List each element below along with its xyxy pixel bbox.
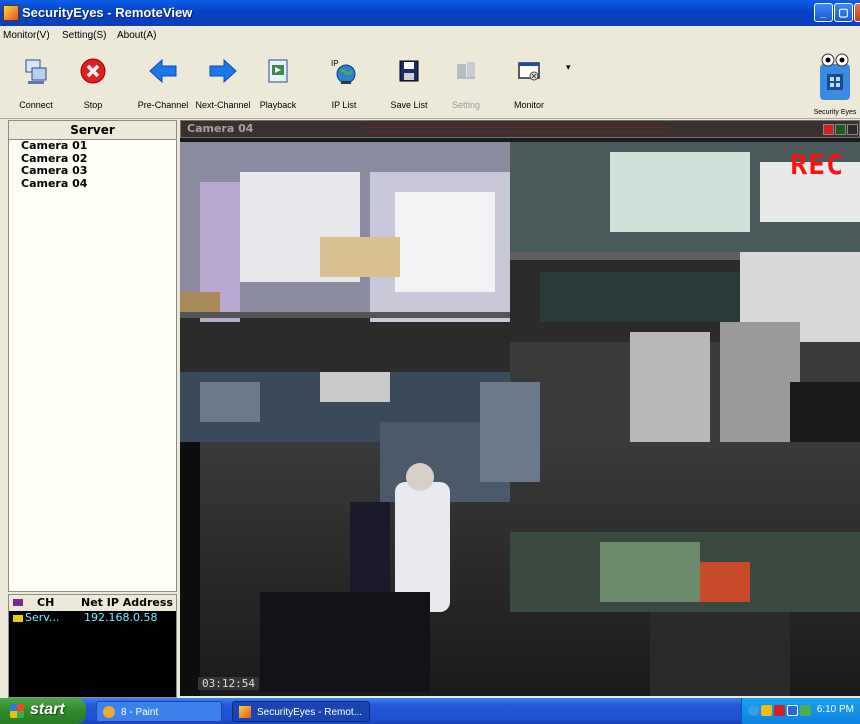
windows-flag-icon [10, 704, 24, 718]
menu-monitor[interactable]: Monitor(V) [3, 30, 50, 41]
ip-list-button[interactable]: IP IP List [314, 52, 374, 114]
playback-button[interactable]: Playback [248, 52, 308, 114]
video-timecode: 03:12:54 [198, 677, 259, 690]
server-header[interactable]: Server [9, 121, 176, 140]
connection-ip: 192.168.0.58 [84, 611, 158, 624]
video-frame [180, 142, 860, 696]
camera-item-03[interactable]: Camera 03 [9, 164, 176, 178]
camera-icon [13, 599, 23, 606]
toolbar: Connect Stop Pre-Channel Next-Channel Pl… [0, 46, 860, 119]
menu-bar: Monitor(V) Setting(S) About(A) [0, 26, 860, 46]
connection-row[interactable]: Serv... 192.168.0.58 [9, 611, 176, 625]
toolbar-overflow-icon[interactable]: ▾ [566, 62, 571, 73]
display-icon[interactable] [787, 705, 798, 716]
start-button[interactable]: start [0, 698, 86, 724]
maximize-button[interactable]: ▢ [834, 3, 853, 22]
record-icon[interactable] [823, 124, 834, 135]
connection-list-header: CH Net IP Address [9, 595, 176, 611]
minimize-button[interactable]: _ [814, 3, 833, 22]
camera-viewer: Camera 04 REC 03:12:54 [180, 120, 860, 696]
menu-about[interactable]: About(A) [117, 30, 156, 41]
floppy-disk-icon [394, 56, 424, 86]
volume-icon[interactable] [761, 705, 772, 716]
play-icon[interactable] [835, 124, 846, 135]
brand-logo: Security Eyes [810, 50, 860, 116]
server-panel: Server Camera 01 Camera 02 Camera 03 Cam… [8, 120, 177, 592]
svg-text:IP: IP [331, 59, 339, 68]
viewer-header: Camera 04 [180, 120, 860, 138]
camera-item-04[interactable]: Camera 04 [9, 177, 176, 191]
setting-button[interactable]: Setting [436, 52, 496, 114]
rec-indicator: REC [790, 148, 844, 181]
monitor-icon [514, 56, 544, 86]
globe-icon: IP [329, 56, 359, 86]
pre-channel-button[interactable]: Pre-Channel [133, 52, 193, 114]
camera-icon [13, 615, 23, 622]
menu-setting[interactable]: Setting(S) [62, 30, 106, 41]
playback-icon [263, 56, 293, 86]
connection-icon[interactable] [800, 705, 811, 716]
system-tray: 6:10 PM [741, 698, 860, 724]
antivirus-icon[interactable] [774, 705, 785, 716]
camera-video-feed[interactable]: REC 03:12:54 [180, 142, 860, 696]
arrow-right-icon [208, 56, 238, 86]
stop-video-icon[interactable] [847, 124, 858, 135]
setting-icon [451, 56, 481, 86]
taskbar-item-paint[interactable]: 8 - Paint [96, 701, 222, 722]
network-icon[interactable] [748, 705, 759, 716]
app-icon [3, 5, 19, 21]
col-ch[interactable]: CH [37, 596, 54, 609]
taskbar-item-securityeyes[interactable]: SecurityEyes - Remot... [232, 701, 370, 722]
clock[interactable]: 6:10 PM [817, 704, 854, 715]
monitor-button[interactable]: Monitor [499, 52, 559, 114]
taskbar: start 8 - Paint SecurityEyes - Remot... … [0, 698, 860, 724]
col-ip[interactable]: Net IP Address [81, 596, 173, 609]
viewer-progress-bar [366, 127, 666, 133]
close-button[interactable] [854, 3, 860, 22]
window-title: SecurityEyes - RemoteView [22, 5, 193, 20]
arrow-left-icon [148, 56, 178, 86]
camera-item-01[interactable]: Camera 01 [9, 139, 176, 153]
connect-icon [21, 56, 51, 86]
securityeyes-icon [239, 706, 251, 718]
title-bar: SecurityEyes - RemoteView _ ▢ [0, 0, 860, 26]
connection-list: CH Net IP Address Serv... 192.168.0.58 [8, 594, 177, 698]
connection-server: Serv... [25, 611, 60, 624]
paint-icon [103, 706, 115, 718]
stop-icon [78, 56, 108, 86]
viewer-title: Camera 04 [187, 122, 254, 135]
stop-button[interactable]: Stop [63, 52, 123, 114]
